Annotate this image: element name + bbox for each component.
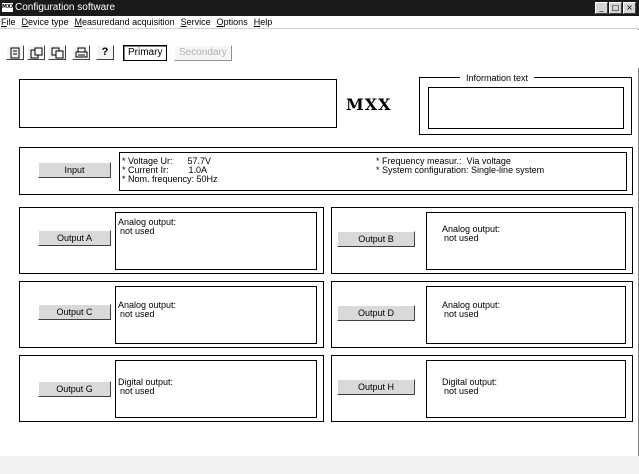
output-b-button[interactable]: Output B <box>337 231 415 247</box>
information-label: Information text <box>460 73 535 83</box>
primary-button[interactable]: Primary <box>123 45 168 61</box>
device-logo: MXX <box>346 95 392 114</box>
output-c-info-box: Analog output: not used <box>115 286 317 344</box>
output-d-button[interactable]: Output D <box>337 305 415 321</box>
output-b-panel: Output B Analog output: not used <box>331 207 633 274</box>
title-bar: MXX Configuration software _ □ × <box>0 0 639 16</box>
output-d-status: not used <box>444 309 479 319</box>
minimize-button[interactable]: _ <box>595 2 608 14</box>
output-c-status: not used <box>120 309 155 319</box>
menu-measuredand-acquisition[interactable]: Measuredand acquisition <box>75 16 175 28</box>
maximize-button[interactable]: □ <box>609 2 622 14</box>
output-g-button[interactable]: Output G <box>38 381 111 397</box>
output-b-info-box: Analog output: not used <box>426 212 626 270</box>
output-c-panel: Output C Analog output: not used <box>19 281 324 348</box>
menu-bar: File Device type Measuredand acquisition… <box>0 16 639 29</box>
output-b-status: not used <box>444 233 479 243</box>
input-info-box: * Voltage Ur: 57.7V * Current Ir: 1.0A *… <box>119 152 627 191</box>
input-panel: Input * Voltage Ur: 57.7V * Current Ir: … <box>19 147 633 195</box>
open-file-icon <box>30 47 43 59</box>
output-a-status: not used <box>120 226 155 236</box>
window-title: Configuration software <box>15 2 116 13</box>
output-h-button[interactable]: Output H <box>337 379 415 395</box>
menu-service[interactable]: Service <box>181 16 211 28</box>
output-a-panel: Output A Analog output: not used <box>19 207 324 274</box>
input-frequency-text: * Nom. frequency: 50Hz <box>122 174 218 184</box>
secondary-button[interactable]: Secondary <box>174 45 232 61</box>
menu-help[interactable]: Help <box>254 16 273 28</box>
close-button[interactable]: × <box>623 2 636 14</box>
output-g-panel: Output G Digital output: not used <box>19 355 324 422</box>
device-panel <box>19 79 337 128</box>
output-a-info-box: Analog output: not used <box>115 212 317 270</box>
menu-file[interactable]: File <box>1 16 16 28</box>
help-icon[interactable]: ? <box>96 45 114 60</box>
new-file-button[interactable] <box>6 45 24 60</box>
output-h-panel: Output H Digital output: not used <box>331 355 633 422</box>
output-g-info-box: Digital output: not used <box>115 360 317 418</box>
toolbar: ? Primary Secondary <box>0 30 639 68</box>
app-logo-icon: MXX <box>2 3 15 12</box>
print-button[interactable] <box>72 45 90 60</box>
output-g-status: not used <box>120 386 155 396</box>
status-bar <box>0 456 639 474</box>
output-d-info-box: Analog output: not used <box>426 286 626 344</box>
main-window: MXX Configuration software _ □ × File De… <box>0 0 639 456</box>
output-h-status: not used <box>444 386 479 396</box>
information-panel <box>419 77 632 135</box>
save-file-icon <box>51 47 64 59</box>
output-h-info-box: Digital output: not used <box>426 360 626 418</box>
open-file-button[interactable] <box>27 45 45 60</box>
output-c-button[interactable]: Output C <box>38 304 111 320</box>
new-file-icon <box>10 47 20 59</box>
save-file-button[interactable] <box>48 45 66 60</box>
window-controls: _ □ × <box>595 2 636 14</box>
menu-options[interactable]: Options <box>217 16 248 28</box>
information-text-field[interactable] <box>428 87 624 129</box>
output-a-button[interactable]: Output A <box>38 230 111 246</box>
output-d-panel: Output D Analog output: not used <box>331 281 633 348</box>
input-system-config-text: * System configuration: Single-line syst… <box>376 165 545 175</box>
input-button[interactable]: Input <box>38 162 111 178</box>
menu-device-type[interactable]: Device type <box>22 16 69 28</box>
print-icon <box>75 47 88 58</box>
